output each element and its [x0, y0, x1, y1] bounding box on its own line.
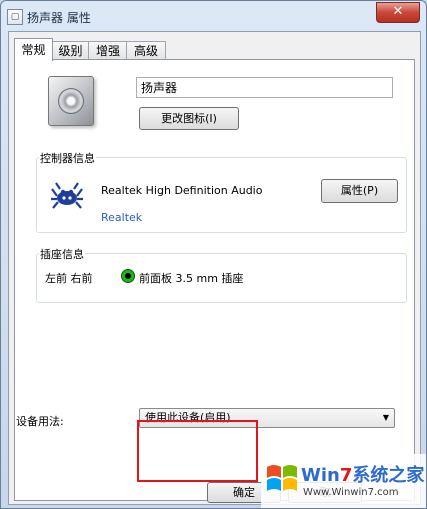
controller-info-label: 控制器信息 [39, 150, 96, 166]
jack-info-label: 插座信息 [39, 246, 85, 262]
window-title: 扬声器 属性 [27, 11, 91, 25]
watermark-site: Www.Winwin7.com [303, 487, 399, 498]
chevron-down-icon: ▼ [382, 413, 389, 422]
windows-logo-icon [267, 465, 297, 491]
site-watermark: Win7系统之家 Www.Winwin7.com [261, 454, 426, 508]
controller-vendor-link[interactable]: Realtek [101, 211, 142, 224]
realtek-crab-icon [51, 182, 83, 209]
properties-window: ▢ 扬声器 属性 ✕ 常规 级别 增强 高级 更改图标(I) 控制器信息 [0, 0, 427, 509]
controller-name: Realtek High Definition Audio [101, 184, 263, 197]
highlight-box [137, 420, 258, 482]
jack-location: 前面板 3.5 mm 插座 [139, 272, 244, 285]
controller-info-group: 控制器信息 Realtek High Definition Audio Real… [36, 150, 407, 233]
title-bar[interactable]: ▢ 扬声器 属性 ✕ [1, 1, 426, 31]
close-button[interactable]: ✕ [376, 2, 420, 23]
change-icon-button[interactable]: 更改图标(I) [139, 107, 239, 130]
speaker-icon [48, 76, 94, 126]
jack-channels: 左前 右前 [45, 272, 93, 285]
tab-levels[interactable]: 级别 [51, 41, 90, 60]
jack-info-group: 插座信息 左前 右前 前面板 3.5 mm 插座 [36, 246, 407, 303]
device-usage-label: 设备用法: [16, 415, 64, 428]
controller-properties-button[interactable]: 属性(P) [321, 179, 398, 203]
window-icon: ▢ [7, 9, 23, 25]
tab-advanced[interactable]: 高级 [126, 41, 166, 60]
jack-color-indicator [121, 269, 135, 283]
tab-enhancements[interactable]: 增强 [88, 41, 128, 60]
watermark-brand: Win7系统之家 [301, 465, 425, 486]
tab-general[interactable]: 常规 [14, 38, 53, 61]
device-name-input[interactable] [136, 77, 393, 98]
